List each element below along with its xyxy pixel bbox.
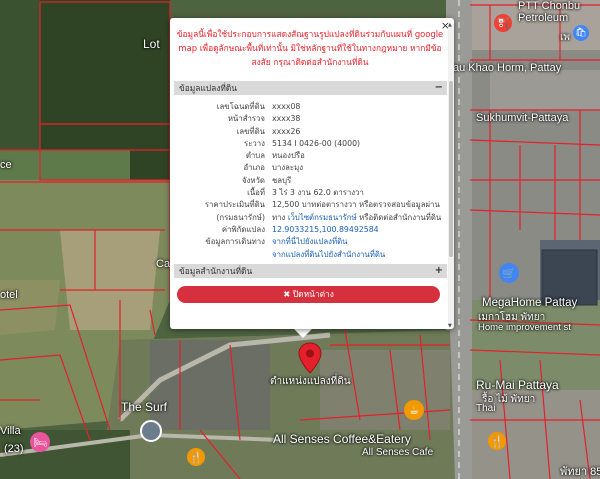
row-appraisal-source: (กรมธนารักษ์) ทาง เว็บไซต์กรมธนารักษ์ หรื… (174, 212, 442, 224)
field-value: หนองปรือ (272, 151, 305, 161)
row-land-no: เลขที่ดิน xxxx26 (174, 126, 442, 138)
popup-pointer (293, 328, 313, 338)
row-province: จังหวัด ชลบุรี (174, 175, 442, 187)
cafe-icon[interactable]: ☕ (404, 400, 424, 420)
disclaimer-notice: ข้อมูลนี้เพื่อใช้ประกอบการแสดงสัณฐานรูปแ… (176, 29, 444, 67)
section-header-parcel[interactable]: ข้อมูลแปลงที่ดิน − (174, 81, 447, 95)
field-label: ข้อมูลการเดินทาง (205, 237, 265, 247)
popup-scrollbar[interactable]: ▲ ▼ (448, 22, 454, 329)
place-icon[interactable] (140, 420, 162, 442)
expand-icon[interactable]: + (435, 264, 443, 278)
location-pin-icon[interactable] (298, 342, 322, 374)
row-directions-office: จากแปลงที่ดินไปยังสำนักงานที่ดิน (174, 249, 442, 261)
field-label: ราคาประเมินที่ดิน (204, 200, 265, 210)
row-survey-page: หน้าสำรวจ xxxx38 (174, 113, 442, 125)
row-area: เนื้อที่ 3 ไร่ 3 งาน 62.0 ตารางวา (174, 187, 442, 199)
row-subdistrict: ตำบล หนองปรือ (174, 150, 442, 162)
field-label: จังหวัด (242, 175, 265, 185)
row-coordinates: ค่าพิกัดแปลง 12.9033215,100.89492584 (174, 224, 442, 236)
field-value: ทาง เว็บไซต์กรมธนารักษ์ หรือติดต่อสำนักง… (272, 212, 441, 224)
label-all-senses: All Senses Coffee&Eatery (273, 432, 411, 446)
store-icon[interactable]: 🛍 (573, 25, 589, 41)
label-pattaya-th: เพ (560, 32, 571, 43)
field-label: หน้าสำรวจ (227, 114, 265, 124)
field-value: 5134 I 0426-00 (4000) (272, 138, 361, 148)
label-petroleum: Petroleum (518, 12, 569, 24)
label-all-senses-sub: All Senses Cafe (362, 447, 434, 458)
label-rumai: Ru-Mai Pattaya (476, 378, 559, 392)
field-value: xxxx08 (272, 102, 301, 111)
field-value: xxxx38 (272, 114, 301, 124)
restaurant-icon[interactable]: 🍴 (488, 432, 506, 450)
label-ptt: PTT Chonbu (518, 0, 581, 12)
row-district: อำเภอ บางละมุง (174, 162, 442, 174)
field-value: บางละมุง (272, 163, 304, 173)
directions-to-parcel-link[interactable]: จากที่นี่ไปยังแปลงที่ดิน (272, 236, 347, 248)
field-label: (กรมธนารักษ์) (216, 212, 265, 222)
row-map-sheet: ระวาง 5134 I 0426-00 (4000) (174, 138, 442, 150)
field-label: เลขที่ดิน (236, 126, 265, 136)
row-deed-no: เลขโฉนดที่ดิน xxxx08 (174, 101, 442, 113)
section-title: ข้อมูลสำนักงานที่ดิน (179, 266, 253, 276)
value-prefix: ทาง (272, 212, 288, 222)
value-suffix: หรือติดต่อสำนักงานที่ดิน (356, 212, 442, 222)
field-value: 3 ไร่ 3 งาน 62.0 ตารางวา (272, 188, 364, 198)
collapse-icon[interactable]: − (435, 81, 443, 95)
scroll-up-icon[interactable]: ▲ (448, 22, 452, 28)
field-label: ตำบล (245, 151, 265, 161)
field-label: ระวาง (244, 138, 265, 148)
field-label: เนื้อที่ (247, 188, 265, 198)
field-label: ค่าพิกัดแปลง (221, 224, 265, 234)
label-the-surf: The Surf (121, 400, 168, 414)
scroll-down-icon[interactable]: ▼ (448, 323, 452, 329)
label-megahome: MegaHome Pattay (482, 297, 578, 309)
field-label (174, 249, 265, 261)
label-ca: Ca (156, 258, 171, 270)
label-ce: ce (0, 159, 12, 171)
row-directions: ข้อมูลการเดินทาง จากที่นี่ไปยังแปลงที่ดิน (174, 236, 442, 248)
label-villa-num: (23) (4, 443, 24, 455)
label-otel: otel (0, 289, 18, 301)
field-value: ชลบุรี (272, 175, 292, 185)
directions-to-office-link[interactable]: จากแปลงที่ดินไปยังสำนักงานที่ดิน (272, 249, 385, 261)
store-icon[interactable]: 🛒 (499, 263, 519, 283)
label-villa: Villa (0, 425, 21, 437)
label-pattaya-85: พัทยา 85 (560, 466, 600, 478)
close-window-button[interactable]: ✖ ปิดหน้าต่าง (177, 286, 440, 303)
parcel-info-popup: × ข้อมูลนี้เพื่อใช้ประกอบการแสดงสัณฐานรู… (170, 18, 454, 329)
field-value: xxxx26 (272, 126, 301, 136)
field-value: 12,500 บาทต่อตารางวา หรือตรวจสอบข้อมูลผ่… (272, 200, 440, 210)
coordinates-link[interactable]: 12.9033215,100.89492584 (272, 224, 379, 236)
restaurant-icon[interactable]: 🍴 (187, 448, 205, 466)
gas-station-icon[interactable]: ⛽ (494, 14, 512, 32)
field-label: เลขโฉนดที่ดิน (216, 102, 265, 111)
scrollbar-thumb[interactable] (449, 81, 453, 257)
hotel-icon[interactable]: 🛏 (30, 432, 50, 452)
label-marker: ตำแหน่งแปลงที่ดิน (270, 376, 351, 387)
field-label: อำเภอ (243, 163, 265, 173)
row-appraisal: ราคาประเมินที่ดิน 12,500 บาทต่อตารางวา หร… (174, 199, 442, 211)
label-home-improvement: Home improvement st (478, 322, 571, 333)
label-khao-horm: au Khao Horm, Pattay (453, 62, 562, 74)
label-sukhumvit: Sukhumvit-Pattaya (476, 112, 569, 124)
label-thai: Thai (476, 403, 496, 414)
parcel-details: เลขโฉนดที่ดิน xxxx08 หน้าสำรวจ xxxx38 เลขท… (174, 101, 442, 261)
section-title: ข้อมูลแปลงที่ดิน (179, 83, 238, 93)
treasury-website-link[interactable]: เว็บไซต์กรมธนารักษ์ (288, 213, 357, 222)
section-header-office[interactable]: ข้อมูลสำนักงานที่ดิน + (174, 264, 447, 278)
label-lotus: Lot (143, 37, 160, 51)
